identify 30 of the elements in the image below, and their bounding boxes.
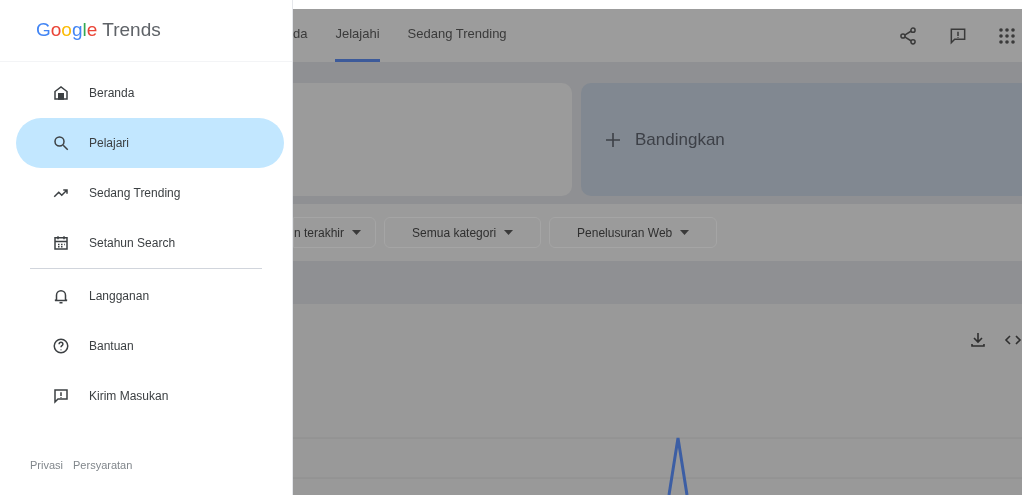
apps-icon[interactable]: [998, 26, 1016, 45]
compare-card[interactable]: Bandingkan: [581, 83, 1022, 196]
calendar-icon: [52, 234, 70, 252]
nav-item[interactable]: Langganan: [16, 271, 284, 321]
search-icon: [52, 134, 70, 152]
dropdown-arrow-icon: [680, 230, 690, 235]
share-icon[interactable]: [898, 25, 918, 46]
help-icon: [52, 337, 70, 355]
nav-item[interactable]: Pelajari: [16, 118, 284, 168]
dropdown-arrow-icon: [352, 230, 362, 235]
plus-icon: [605, 131, 621, 148]
filter-dropdown[interactable]: Semua kategori: [384, 217, 542, 248]
nav-tab[interactable]: da: [293, 9, 308, 62]
footer-link[interactable]: Persyaratan: [73, 456, 133, 473]
filter-dropdown[interactable]: n terakhir: [293, 217, 377, 248]
logo[interactable]: Google Trends: [36, 16, 161, 45]
nav-item[interactable]: Setahun Search: [16, 218, 284, 268]
download-icon[interactable]: [970, 332, 986, 348]
bell-icon: [52, 287, 70, 305]
nav-item[interactable]: Bantuan: [16, 321, 284, 371]
compare-label: Bandingkan: [635, 128, 725, 151]
footer-link[interactable]: Privasi: [30, 456, 63, 473]
dropdown-arrow-icon: [504, 230, 514, 235]
nav-item[interactable]: Kirim Masukan: [16, 371, 284, 421]
home-icon: [52, 84, 70, 102]
feedback-icon: [52, 387, 70, 405]
filter-dropdown[interactable]: Penelusuran Web: [549, 217, 718, 248]
nav-tab[interactable]: Sedang Trending: [407, 9, 507, 62]
nav-item[interactable]: Sedang Trending: [16, 168, 284, 218]
nav-item[interactable]: Beranda: [16, 68, 284, 118]
